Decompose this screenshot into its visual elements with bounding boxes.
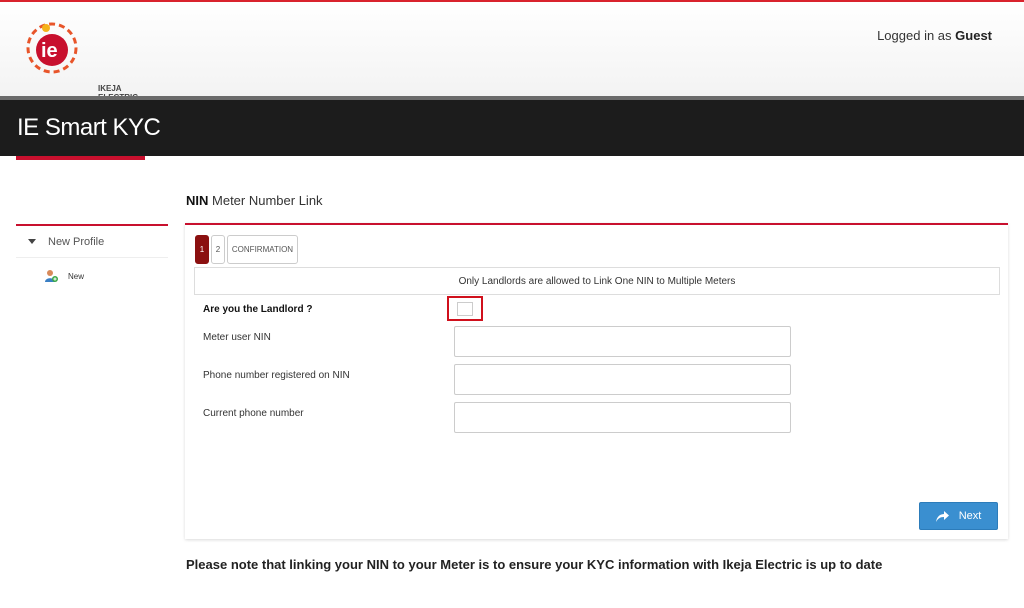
svg-text:ie: ie <box>41 40 58 62</box>
step-2[interactable]: 2 <box>211 235 225 264</box>
logo-sun-icon: ie <box>26 22 78 74</box>
page-title: NIN Meter Number Link <box>186 193 323 208</box>
meter-nin-label: Meter user NIN <box>203 332 271 343</box>
app-title: IE Smart KYC <box>17 114 161 141</box>
logo-text-ikeja: IKEJA <box>98 84 122 93</box>
title-accent-bar <box>16 156 145 160</box>
user-add-icon <box>45 270 58 282</box>
landlord-checkbox[interactable] <box>457 301 473 316</box>
wizard-steps: 1 2 CONFIRMATION <box>195 235 298 264</box>
landlord-label: Are you the Landlord ? <box>203 304 313 315</box>
ikeja-electric-logo[interactable]: ie IKEJA ELECTRIC <box>22 18 138 102</box>
sidebar-section-label: New Profile <box>48 235 105 248</box>
caret-down-icon <box>28 239 36 244</box>
login-status-prefix: Logged in as <box>877 28 952 43</box>
login-status-user: Guest <box>955 28 992 43</box>
title-bar: IE Smart KYC <box>0 100 1024 156</box>
sidebar-item-label: New <box>68 271 85 281</box>
sidebar-item-new[interactable]: New <box>16 258 168 294</box>
step-confirmation[interactable]: CONFIRMATION <box>227 235 298 264</box>
page-title-bold: NIN <box>186 193 209 208</box>
sidebar: New Profile New <box>16 224 168 294</box>
landlord-checkbox-highlight <box>447 296 483 321</box>
form-panel: 1 2 CONFIRMATION Only Landlords are allo… <box>185 223 1008 539</box>
share-arrow-icon <box>935 510 949 522</box>
current-phone-input[interactable] <box>454 402 791 433</box>
phone-nin-label: Phone number registered on NIN <box>203 370 350 381</box>
login-status: Logged in as Guest <box>877 28 992 43</box>
current-phone-label: Current phone number <box>203 408 304 419</box>
phone-nin-input[interactable] <box>454 364 791 395</box>
next-button[interactable]: Next <box>919 502 998 530</box>
landlord-notice: Only Landlords are allowed to Link One N… <box>194 267 1000 295</box>
step-1[interactable]: 1 <box>195 235 209 264</box>
meter-nin-input[interactable] <box>454 326 791 357</box>
page-title-rest: Meter Number Link <box>212 193 323 208</box>
kyc-note: Please note that linking your NIN to you… <box>186 557 883 572</box>
sidebar-section-new-profile[interactable]: New Profile <box>16 226 168 258</box>
header: ie IKEJA ELECTRIC Logged in as Guest <box>0 2 1024 102</box>
next-button-label: Next <box>958 510 982 522</box>
